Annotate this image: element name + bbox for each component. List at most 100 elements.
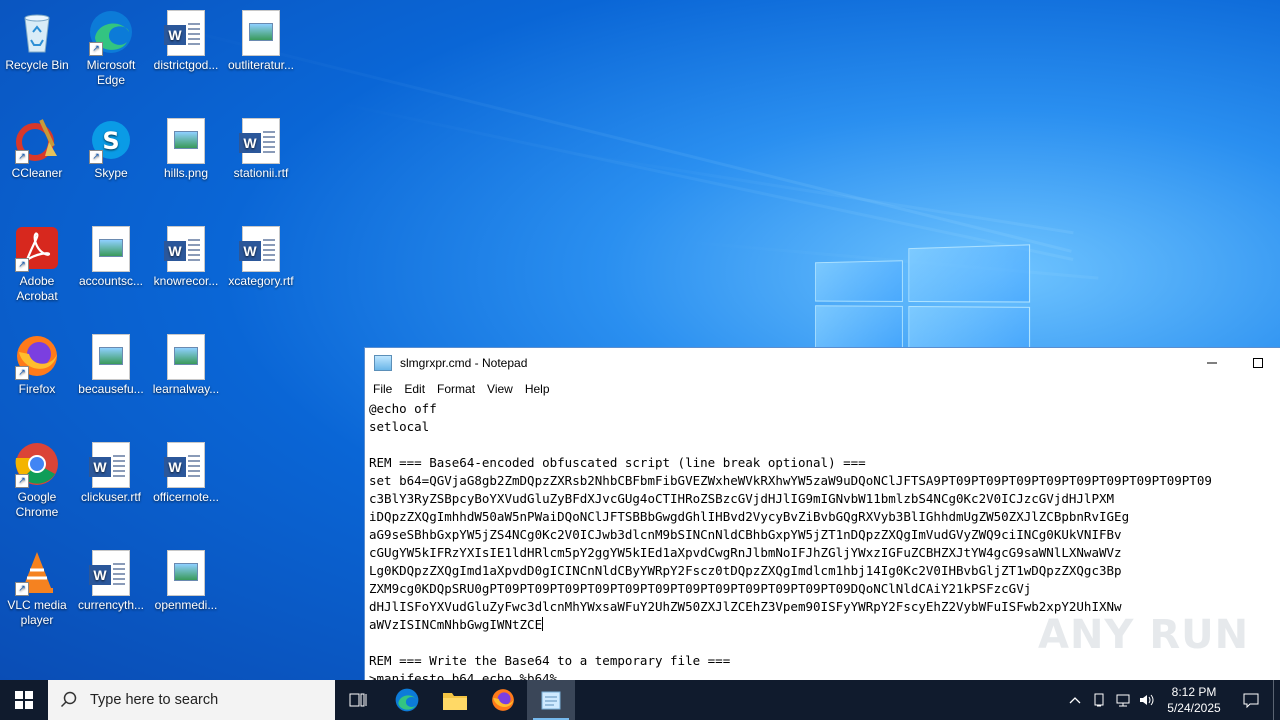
taskbar-file-explorer[interactable] — [431, 680, 479, 720]
device-icon — [1094, 693, 1104, 707]
shortcut-arrow-icon: ↗ — [15, 258, 29, 272]
menu-help[interactable]: Help — [520, 382, 557, 396]
task-view-icon — [349, 693, 367, 707]
word-document-icon: W — [164, 226, 205, 272]
desktop-icon-knowrecor[interactable]: W knowrecor... — [149, 224, 223, 289]
icon-label: Google Chrome — [15, 490, 59, 519]
icon-label: Firefox — [18, 382, 56, 396]
icon-label: currencyth... — [77, 598, 145, 612]
taskbar: Type here to search 8:12 PM 5/24/2025 — [0, 680, 1280, 720]
start-button[interactable] — [0, 680, 48, 720]
speaker-icon — [1140, 694, 1154, 706]
edge-icon: ↗ — [87, 8, 135, 56]
desktop-icon-recycle-bin[interactable]: Recycle Bin — [0, 8, 74, 73]
menu-bar: File Edit Format View Help — [365, 378, 1280, 400]
desktop-icon-google-chrome[interactable]: ↗ Google Chrome — [0, 440, 74, 520]
title-bar[interactable]: slmgrxpr.cmd - Notepad — [365, 348, 1280, 378]
clock[interactable]: 8:12 PM 5/24/2025 — [1159, 684, 1229, 716]
desktop-icon-adobe-acrobat[interactable]: ↗ Adobe Acrobat — [0, 224, 74, 304]
desktop-icon-microsoft-edge[interactable]: ↗ Microsoft Edge — [74, 8, 148, 88]
icon-label: accountsc... — [78, 274, 144, 288]
tray-device-button[interactable] — [1087, 680, 1111, 720]
word-document-icon: W — [89, 442, 130, 488]
menu-view[interactable]: View — [482, 382, 520, 396]
taskbar-firefox[interactable] — [479, 680, 527, 720]
word-document-icon: W — [239, 118, 280, 164]
notepad-icon — [541, 691, 561, 710]
menu-edit[interactable]: Edit — [399, 382, 432, 396]
image-file-icon — [167, 334, 205, 380]
desktop-icon-stationii[interactable]: W stationii.rtf — [224, 116, 298, 181]
image-file-icon — [92, 334, 130, 380]
icon-label: hills.png — [163, 166, 209, 180]
search-icon — [60, 691, 77, 708]
volume-button[interactable] — [1135, 680, 1159, 720]
notification-icon — [1243, 693, 1259, 708]
desktop-icon-skype[interactable]: S ↗ Skype — [74, 116, 148, 181]
maximize-button[interactable] — [1235, 348, 1280, 378]
skype-icon: S ↗ — [87, 116, 135, 164]
firefox-icon: ↗ — [13, 332, 61, 380]
desktop-icon-districtgod[interactable]: W districtgod... — [149, 8, 223, 73]
menu-file[interactable]: File — [368, 382, 399, 396]
windows-logo-wallpaper — [807, 235, 1035, 357]
icon-label: districtgod... — [153, 58, 219, 72]
desktop-icon-currencyth[interactable]: W currencyth... — [74, 548, 148, 613]
text-caret — [542, 617, 544, 631]
icon-label: xcategory.rtf — [228, 274, 294, 288]
maximize-icon — [1253, 358, 1263, 368]
svg-text:S: S — [102, 127, 119, 155]
word-document-icon: W — [89, 550, 130, 596]
network-icon — [1116, 694, 1130, 707]
desktop-icon-clickuser[interactable]: W clickuser.rtf — [74, 440, 148, 505]
edge-icon — [395, 688, 419, 712]
clock-date: 5/24/2025 — [1167, 701, 1221, 715]
desktop-icon-xcategory[interactable]: W xcategory.rtf — [224, 224, 298, 289]
icon-label: CCleaner — [11, 166, 63, 180]
image-file-icon — [167, 118, 205, 164]
image-file-icon — [92, 226, 130, 272]
windows-start-icon — [15, 691, 33, 709]
desktop-icon-firefox[interactable]: ↗ Firefox — [0, 332, 74, 397]
firefox-icon — [492, 689, 514, 711]
desktop-icon-openmedi[interactable]: openmedi... — [149, 548, 223, 613]
desktop-icon-vlc[interactable]: ↗ VLC media player — [0, 548, 74, 628]
icon-label: knowrecor... — [153, 274, 219, 288]
action-center-button[interactable] — [1229, 680, 1273, 720]
minimize-button[interactable] — [1189, 348, 1235, 378]
search-placeholder: Type here to search — [90, 692, 219, 708]
desktop-icon-hills[interactable]: hills.png — [149, 116, 223, 181]
ccleaner-icon: ↗ — [13, 116, 61, 164]
word-document-icon: W — [239, 226, 280, 272]
menu-format[interactable]: Format — [432, 382, 482, 396]
taskbar-search-box[interactable]: Type here to search — [48, 680, 335, 720]
shortcut-arrow-icon: ↗ — [89, 42, 103, 56]
desktop-icon-outliteratur[interactable]: outliteratur... — [224, 8, 298, 73]
icon-label: stationii.rtf — [233, 166, 289, 180]
icon-label: learnalway... — [152, 382, 220, 396]
desktop-icon-accountsc[interactable]: accountsc... — [74, 224, 148, 289]
clock-time: 8:12 PM — [1171, 685, 1217, 699]
show-hidden-icons-button[interactable] — [1063, 680, 1087, 720]
shortcut-arrow-icon: ↗ — [15, 474, 29, 488]
desktop-icon-officernote[interactable]: W officernote... — [149, 440, 223, 505]
desktop-icon-ccleaner[interactable]: ↗ CCleaner — [0, 116, 74, 181]
taskbar-notepad[interactable] — [527, 680, 575, 720]
icon-label: Recycle Bin — [5, 58, 69, 72]
taskbar-edge[interactable] — [383, 680, 431, 720]
anyrun-watermark: ANY RUN — [1038, 612, 1250, 658]
shortcut-arrow-icon: ↗ — [15, 582, 29, 596]
task-view-button[interactable] — [335, 680, 383, 720]
minimize-icon — [1207, 362, 1217, 364]
acrobat-icon: ↗ — [13, 224, 61, 272]
recycle-bin-icon — [13, 8, 61, 56]
shortcut-arrow-icon: ↗ — [89, 150, 103, 164]
icon-label: clickuser.rtf — [80, 490, 141, 504]
icon-label: Skype — [94, 166, 128, 180]
shortcut-arrow-icon: ↗ — [15, 366, 29, 380]
icon-label: outliteratur... — [227, 58, 295, 72]
desktop-icon-learnalway[interactable]: learnalway... — [149, 332, 223, 397]
desktop-icon-becausefu[interactable]: becausefu... — [74, 332, 148, 397]
word-document-icon: W — [164, 10, 205, 56]
network-button[interactable] — [1111, 680, 1135, 720]
